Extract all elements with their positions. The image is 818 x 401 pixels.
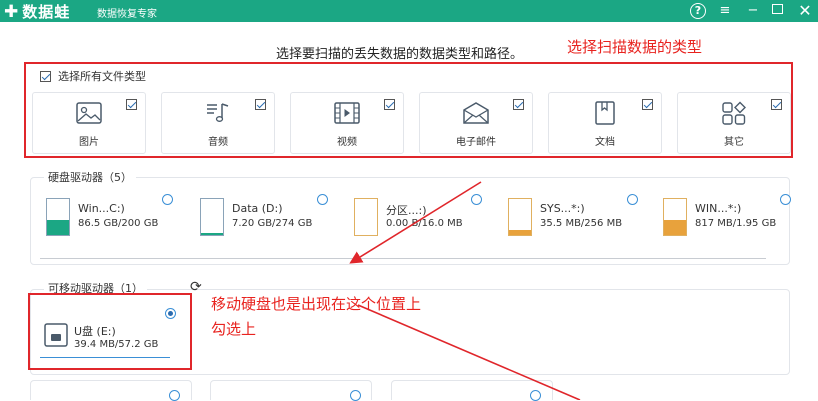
annotation-arrows [349,181,581,400]
annotation-arrow [349,181,482,264]
annotation-arrow [357,304,581,400]
